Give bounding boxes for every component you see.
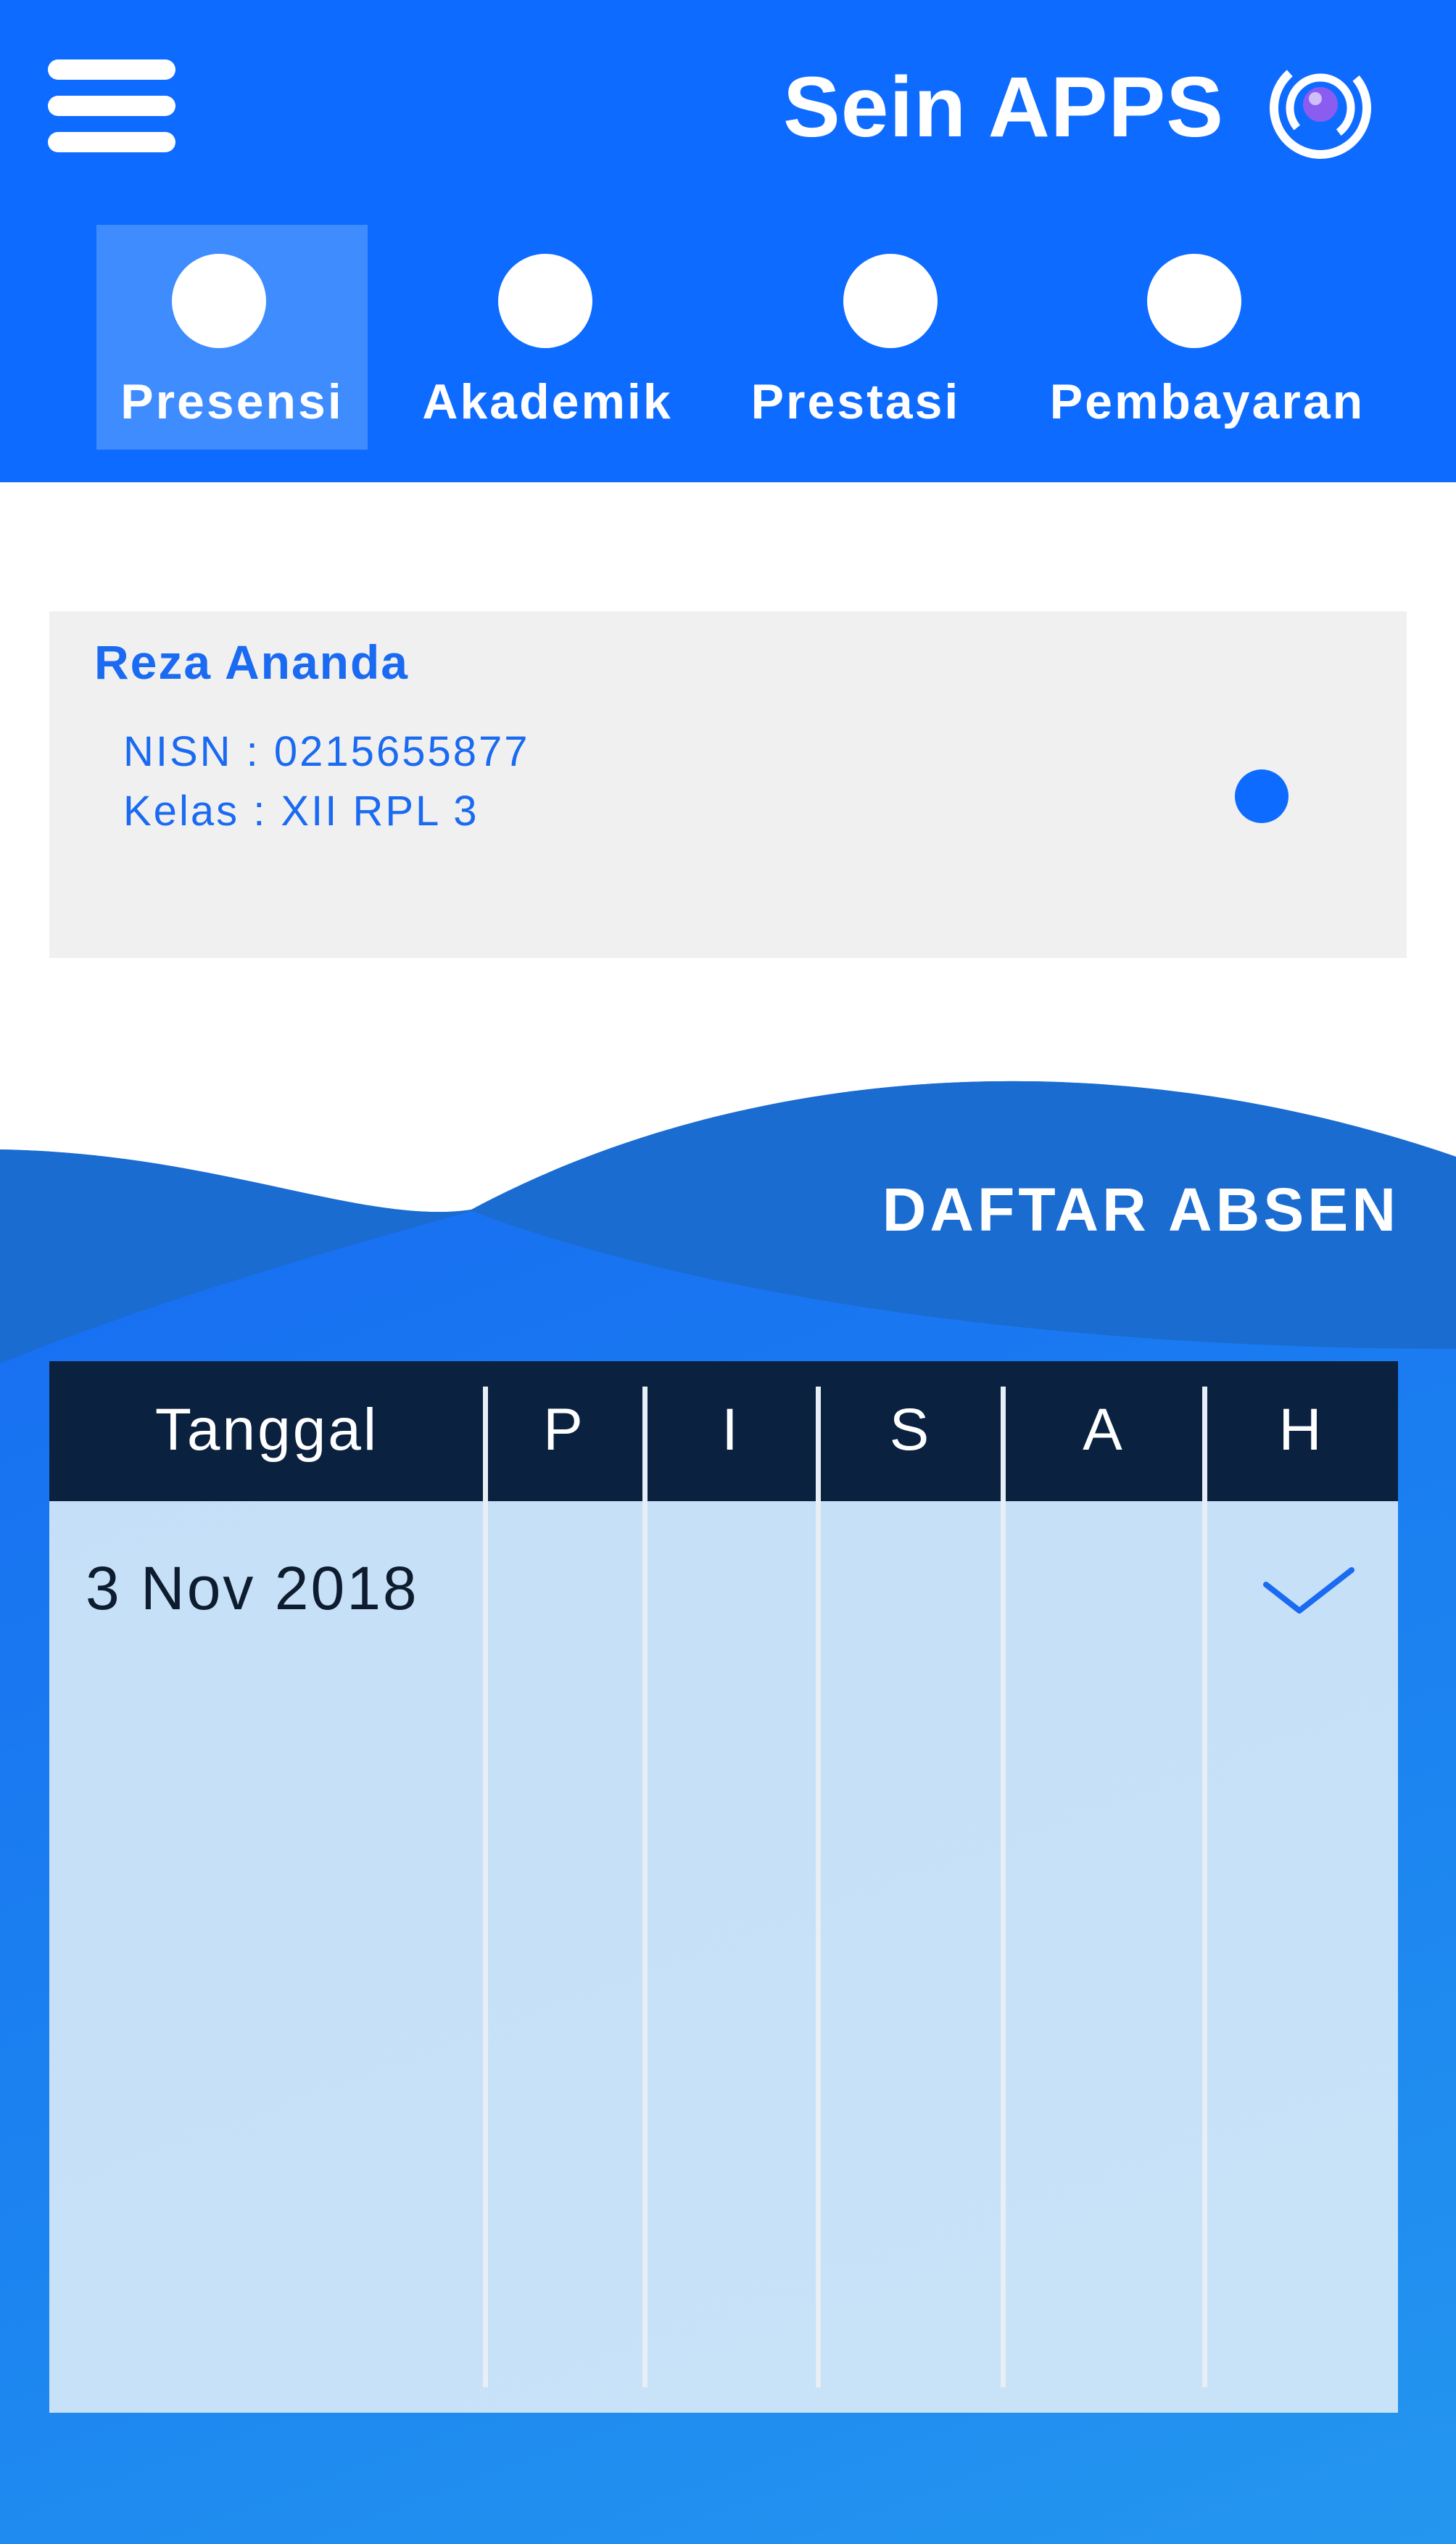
tab-label: Presensi <box>120 374 344 429</box>
menu-bar <box>48 132 175 152</box>
pembayaran-circle-icon <box>1147 254 1241 348</box>
tab-akademik[interactable]: Akademik <box>410 225 685 450</box>
app-header: Sein APPS Presensi Akademik Prestasi Pem… <box>0 0 1456 482</box>
app-title: Sein APPS <box>783 59 1224 155</box>
tab-prestasi[interactable]: Prestasi <box>732 225 979 450</box>
column-header-a: A <box>1083 1397 1125 1463</box>
menu-bar <box>48 96 175 116</box>
akademik-circle-icon <box>498 254 592 348</box>
column-header-i: I <box>721 1397 740 1463</box>
column-header-tanggal: Tanggal <box>154 1397 379 1463</box>
tab-pembayaran[interactable]: Pembayaran <box>1030 225 1385 450</box>
column-divider <box>1202 1387 1207 2387</box>
swirl-logo-icon <box>1270 57 1371 159</box>
row-date: 3 Nov 2018 <box>86 1554 419 1622</box>
student-nisn: NISN : 0215655877 <box>123 728 530 775</box>
tab-presensi[interactable]: Presensi <box>96 225 368 450</box>
student-name: Reza Ananda <box>94 635 409 689</box>
tab-label: Pembayaran <box>1049 374 1365 429</box>
hamburger-menu-icon[interactable] <box>48 59 175 154</box>
column-header-s: S <box>889 1397 932 1463</box>
column-header-p: P <box>543 1397 585 1463</box>
attendance-table: Tanggal P I S A H 3 Nov 2018 <box>49 1361 1398 2413</box>
checkmark-icon <box>1263 1567 1354 1614</box>
section-title: DAFTAR ABSEN <box>882 1176 1399 1244</box>
column-divider <box>642 1387 648 2387</box>
tab-label: Akademik <box>422 374 673 429</box>
tab-bar: Presensi Akademik Prestasi Pembayaran <box>0 225 1456 450</box>
presensi-circle-icon <box>172 254 266 348</box>
status-dot <box>1235 769 1289 823</box>
column-divider <box>1001 1387 1006 2387</box>
menu-bar <box>48 59 175 80</box>
column-header-h: H <box>1278 1397 1324 1463</box>
table-header: Tanggal P I S A H <box>49 1361 1398 1501</box>
column-divider <box>483 1387 488 2387</box>
student-class: Kelas : XII RPL 3 <box>123 788 479 835</box>
column-divider <box>816 1387 821 2387</box>
student-profile-card[interactable]: Reza Ananda NISN : 0215655877 Kelas : XI… <box>49 611 1407 958</box>
app-screen: Sein APPS Presensi Akademik Prestasi Pem… <box>0 0 1456 2544</box>
prestasi-circle-icon <box>843 254 938 348</box>
tab-label: Prestasi <box>750 374 961 429</box>
